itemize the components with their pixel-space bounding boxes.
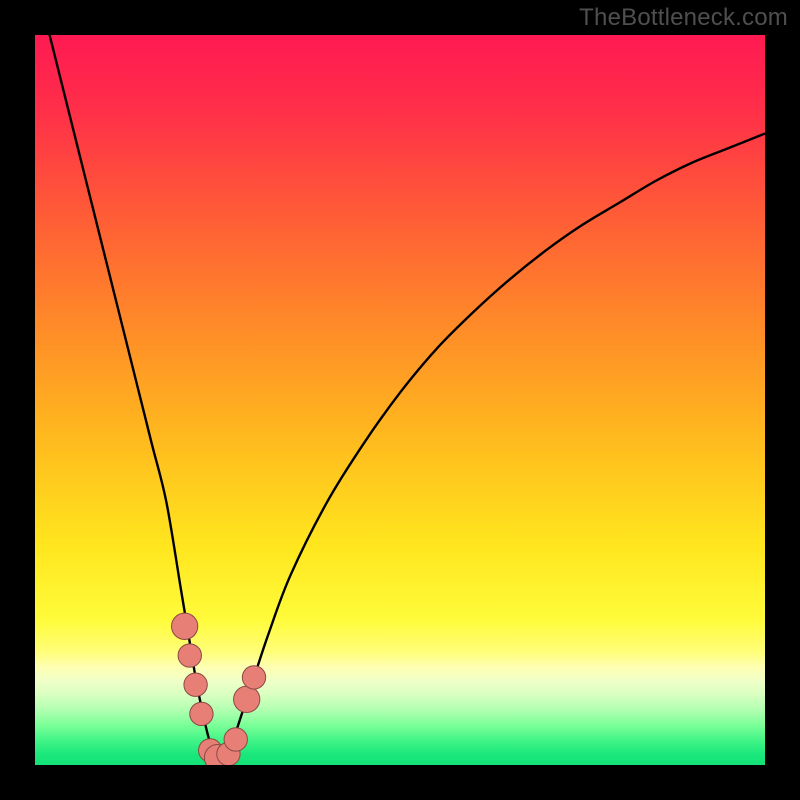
data-marker	[234, 686, 260, 712]
plot-area	[35, 35, 765, 765]
heat-background	[35, 35, 765, 765]
data-marker	[172, 613, 198, 639]
data-marker	[224, 728, 247, 751]
plot-svg	[35, 35, 765, 765]
data-marker	[242, 666, 265, 689]
data-marker	[184, 673, 207, 696]
chart-frame: TheBottleneck.com	[0, 0, 800, 800]
watermark-text: TheBottleneck.com	[579, 4, 788, 32]
data-marker	[190, 702, 213, 725]
data-marker	[178, 644, 201, 667]
